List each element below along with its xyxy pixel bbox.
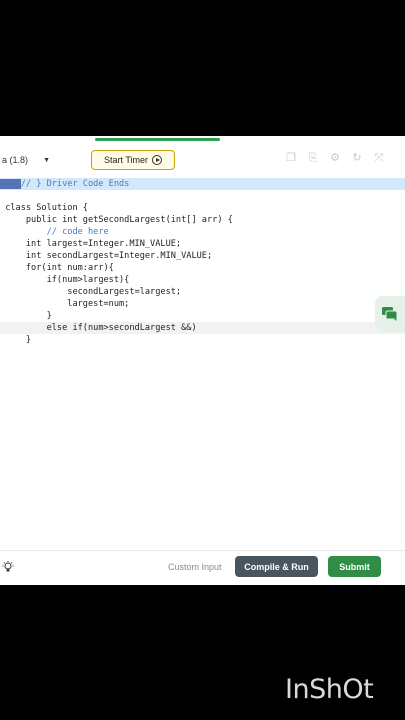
code-line: int secondLargest=Integer.MIN_VALUE; bbox=[0, 250, 405, 262]
start-timer-label: Start Timer bbox=[103, 155, 148, 165]
code-editor-app: a (1.8) ▼ Start Timer ❐ ⎘ ⚙ ↻ ⤧ // } Dri… bbox=[0, 142, 405, 585]
code-line-text: } bbox=[5, 335, 32, 345]
chat-icon bbox=[382, 307, 398, 321]
code-line-text: int secondLargest=Integer.MIN_VALUE; bbox=[5, 251, 213, 261]
editor-toolbar: a (1.8) ▼ Start Timer ❐ ⎘ ⚙ ↻ ⤧ bbox=[0, 142, 405, 179]
refresh-icon[interactable]: ↻ bbox=[351, 152, 363, 164]
code-line: } bbox=[0, 334, 405, 346]
compile-run-button[interactable]: Compile & Run bbox=[235, 556, 318, 577]
custom-input-link[interactable]: Custom Input bbox=[168, 562, 222, 572]
chevron-down-icon: ▼ bbox=[43, 156, 50, 164]
editor-bottom-bar: Custom Input Compile & Run Submit bbox=[0, 550, 405, 585]
submit-button[interactable]: Submit bbox=[328, 556, 381, 577]
code-line: // } Driver Code Ends bbox=[0, 178, 405, 190]
selection-highlight bbox=[0, 179, 21, 189]
chat-button[interactable] bbox=[375, 296, 405, 332]
code-line-text: if(num>largest){ bbox=[5, 275, 130, 285]
start-timer-button[interactable]: Start Timer bbox=[91, 150, 175, 170]
code-line: class Solution { bbox=[0, 202, 405, 214]
reset-icon[interactable]: ⎘ bbox=[307, 152, 319, 164]
code-line: } bbox=[0, 310, 405, 322]
progress-accent bbox=[95, 138, 220, 141]
settings-icon[interactable]: ⚙ bbox=[329, 152, 341, 164]
code-line: // code here bbox=[0, 226, 405, 238]
code-line-text: int largest=Integer.MIN_VALUE; bbox=[5, 239, 182, 249]
code-line-text: // } Driver Code Ends bbox=[20, 179, 130, 189]
code-line: if(num>largest){ bbox=[0, 274, 405, 286]
code-line-current: else if(num>secondLargest &&) bbox=[0, 322, 405, 334]
code-line: public int getSecondLargest(int[] arr) { bbox=[0, 214, 405, 226]
code-line: for(int num:arr){ bbox=[0, 262, 405, 274]
code-line-text: for(int num:arr){ bbox=[5, 263, 114, 273]
watermark-logo: InShOt bbox=[285, 674, 374, 705]
code-line-text: largest=num; bbox=[5, 299, 130, 309]
code-line-text: public int getSecondLargest(int[] arr) { bbox=[5, 215, 233, 225]
play-icon bbox=[152, 155, 162, 165]
code-line-text: // code here bbox=[5, 227, 109, 237]
toolbar-actions: ❐ ⎘ ⚙ ↻ ⤧ bbox=[285, 152, 385, 164]
code-line-text: class Solution { bbox=[5, 203, 88, 213]
language-select[interactable]: a (1.8) ▼ bbox=[0, 150, 56, 170]
code-line: largest=num; bbox=[0, 298, 405, 310]
code-line-text: } bbox=[5, 311, 52, 321]
language-select-value: a (1.8) bbox=[2, 155, 29, 165]
code-line: secondLargest=largest; bbox=[0, 286, 405, 298]
copy-icon[interactable]: ❐ bbox=[285, 152, 297, 164]
code-line-text: secondLargest=largest; bbox=[5, 287, 182, 297]
code-line: int largest=Integer.MIN_VALUE; bbox=[0, 238, 405, 250]
code-line-text: else if(num>secondLargest &&) bbox=[5, 323, 197, 333]
lightbulb-icon[interactable] bbox=[2, 561, 14, 573]
fullscreen-icon[interactable]: ⤧ bbox=[373, 152, 385, 164]
code-editor[interactable]: // } Driver Code Ends class Solution { p… bbox=[0, 178, 405, 550]
